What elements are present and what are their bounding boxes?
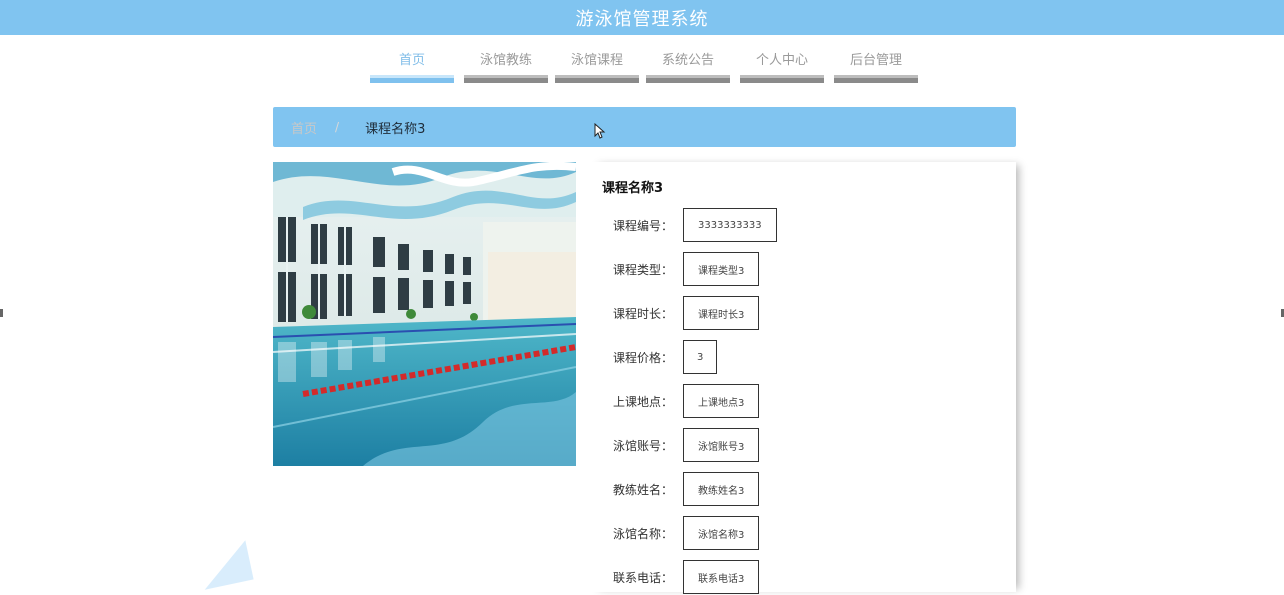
field-venue-name: 泳馆名称： 泳馆名称3 [590, 515, 760, 551]
field-value: 泳馆账号3 [683, 428, 760, 462]
breadcrumb-home-link[interactable]: 首页 [291, 118, 317, 137]
nav-underline [464, 75, 548, 83]
nav-item-admin[interactable]: 后台管理 [834, 52, 918, 84]
field-value: 3 [683, 340, 718, 374]
field-phone: 联系电话： 联系电话3 [590, 559, 760, 595]
nav-underline [646, 75, 730, 83]
field-label: 课程编号： [612, 218, 673, 233]
nav-item-profile[interactable]: 个人中心 [740, 52, 824, 84]
field-value: 上课地点3 [683, 384, 760, 418]
field-value: 联系电话3 [683, 560, 760, 594]
field-course-number: 课程编号： 3333333333 [590, 207, 777, 243]
nav-underline [740, 75, 824, 83]
field-course-duration: 课程时长： 课程时长3 [590, 295, 760, 331]
nav-item-courses[interactable]: 泳馆课程 [555, 52, 639, 84]
field-coach-name: 教练姓名： 教练姓名3 [590, 471, 760, 507]
app-title: 游泳馆管理系统 [575, 8, 709, 30]
course-title: 课程名称3 [602, 181, 664, 196]
breadcrumb: 首页 / 课程名称3 [273, 107, 1016, 147]
nav-label: 泳馆教练 [479, 53, 532, 68]
field-label: 联系电话： [612, 570, 673, 585]
field-value: 课程时长3 [683, 296, 760, 330]
field-value: 泳馆名称3 [683, 516, 760, 550]
nav-label: 个人中心 [755, 53, 808, 68]
breadcrumb-current: 课程名称3 [365, 121, 426, 137]
field-venue-account: 泳馆账号： 泳馆账号3 [590, 427, 760, 463]
course-image [273, 162, 576, 466]
field-value: 课程类型3 [683, 252, 760, 286]
mouse-cursor-icon [594, 123, 606, 139]
nav-underline [834, 75, 918, 83]
nav-item-home[interactable]: 首页 [370, 52, 454, 84]
pool-illustration [273, 162, 576, 466]
nav-label: 系统公告 [661, 53, 714, 68]
decorative-shape [196, 540, 254, 590]
field-label: 课程类型： [612, 262, 673, 277]
nav-item-coaches[interactable]: 泳馆教练 [464, 52, 548, 84]
nav-underline [370, 75, 454, 83]
field-label: 泳馆账号： [612, 438, 673, 453]
nav-underline [555, 75, 639, 83]
nav-label: 后台管理 [849, 53, 902, 68]
left-edge-marker [0, 309, 3, 317]
header-bar: 游泳馆管理系统 [0, 0, 1284, 35]
field-course-type: 课程类型： 课程类型3 [590, 251, 760, 287]
field-label: 课程价格： [612, 350, 673, 365]
nav-item-announcements[interactable]: 系统公告 [646, 52, 730, 84]
field-label: 上课地点： [612, 394, 673, 409]
field-location: 上课地点： 上课地点3 [590, 383, 760, 419]
field-course-price: 课程价格： 3 [590, 339, 718, 375]
field-value: 教练姓名3 [683, 472, 760, 506]
breadcrumb-separator: / [335, 120, 340, 134]
field-value: 3333333333 [683, 208, 777, 242]
field-label: 教练姓名： [612, 482, 673, 497]
nav-label: 泳馆课程 [570, 53, 623, 68]
course-detail-panel: 课程名称3 课程编号： 3333333333 课程类型： 课程类型3 课程时长：… [590, 162, 1016, 595]
field-label: 泳馆名称： [612, 526, 673, 541]
field-label: 课程时长： [612, 306, 673, 321]
nav-label: 首页 [398, 53, 425, 68]
